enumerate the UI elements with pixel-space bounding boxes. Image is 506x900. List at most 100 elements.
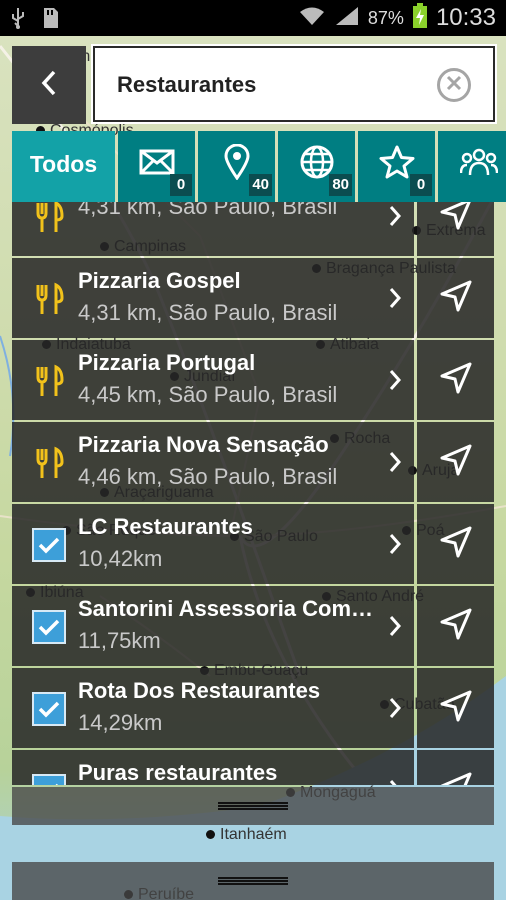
fork-knife-icon xyxy=(32,282,66,316)
chevron-right-icon xyxy=(388,286,402,315)
filter-tabs: Todos 0 40 80 0 xyxy=(12,131,506,202)
fork-knife-icon xyxy=(32,364,66,398)
list-resize-handle[interactable] xyxy=(12,787,494,825)
navigation-arrow-icon xyxy=(439,361,473,400)
check-icon xyxy=(32,610,66,644)
bottom-panel-handle[interactable] xyxy=(12,862,494,900)
navigation-arrow-icon xyxy=(439,689,473,728)
result-title: Pizzaria Gospel xyxy=(78,268,241,293)
chevron-right-icon xyxy=(388,532,402,561)
checkbox[interactable] xyxy=(32,610,66,644)
grip-icon xyxy=(218,877,288,885)
fork-knife-icon xyxy=(32,202,66,234)
list-item[interactable]: Puras restaurantes xyxy=(12,750,494,785)
result-distance: 11,75km xyxy=(78,628,161,653)
fork-knife-icon xyxy=(32,446,66,480)
checkbox[interactable] xyxy=(32,692,66,726)
chevron-left-icon xyxy=(38,68,60,103)
list-item[interactable]: Santorini Assessoria Com… 11,75km xyxy=(12,586,494,666)
list-item[interactable]: 4,31 km, São Paulo, Brasil xyxy=(12,202,494,256)
city-dot-icon xyxy=(206,830,215,840)
tab-favorites-count: 0 xyxy=(410,174,432,196)
navigate-button[interactable] xyxy=(417,202,494,256)
tab-mail-count: 0 xyxy=(170,174,192,196)
result-distance: 14,29km xyxy=(78,710,163,735)
result-distance: 4,31 km, São Paulo, Brasil xyxy=(78,202,338,219)
tab-todos-label: Todos xyxy=(29,151,98,177)
navigation-arrow-icon xyxy=(439,771,473,785)
chevron-right-icon xyxy=(388,204,402,233)
tab-todos[interactable]: Todos xyxy=(12,131,115,202)
clear-search-button[interactable] xyxy=(437,68,471,102)
navigation-arrow-icon xyxy=(439,202,473,236)
chevron-right-icon xyxy=(388,368,402,397)
navigation-arrow-icon xyxy=(439,607,473,646)
result-details-button[interactable]: Pizzaria Gospel 4,31 km, São Paulo, Bras… xyxy=(12,258,414,338)
navigate-button[interactable] xyxy=(417,340,494,420)
signal-icon xyxy=(334,5,360,32)
battery-charging-icon xyxy=(412,2,428,34)
result-distance: 4,45 km, São Paulo, Brasil xyxy=(78,382,338,407)
grip-icon xyxy=(218,802,288,810)
result-distance: 4,46 km, São Paulo, Brasil xyxy=(78,464,338,489)
list-item[interactable]: Pizzaria Portugal 4,45 km, São Paulo, Br… xyxy=(12,340,494,420)
wifi-icon xyxy=(298,5,326,32)
navigate-button[interactable] xyxy=(417,586,494,666)
results-list[interactable]: 4,31 km, São Paulo, Brasil Pizzaria Gosp… xyxy=(12,202,494,785)
result-details-button[interactable]: Puras restaurantes xyxy=(12,750,414,785)
result-title: Pizzaria Portugal xyxy=(78,350,256,375)
list-item[interactable]: Rota Dos Restaurantes 14,29km xyxy=(12,668,494,748)
result-details-button[interactable]: Rota Dos Restaurantes 14,29km xyxy=(12,668,414,748)
search-field[interactable]: Restaurantes xyxy=(93,46,495,122)
battery-percent: 87% xyxy=(367,7,404,28)
people-icon xyxy=(459,147,499,182)
result-details-button[interactable]: Pizzaria Nova Sensação 4,46 km, São Paul… xyxy=(12,422,414,502)
usb-icon xyxy=(10,6,26,35)
chevron-right-icon xyxy=(388,614,402,643)
search-input[interactable]: Restaurantes xyxy=(117,72,256,98)
navigate-button[interactable] xyxy=(417,504,494,584)
result-title: Santorini Assessoria Com… xyxy=(78,596,374,621)
checkbox[interactable] xyxy=(32,774,66,785)
result-distance: 10,42km xyxy=(78,546,163,571)
list-item[interactable]: LC Restaurantes 10,42km xyxy=(12,504,494,584)
tab-places-count: 40 xyxy=(249,174,272,196)
navigation-arrow-icon xyxy=(439,525,473,564)
list-item[interactable]: Pizzaria Nova Sensação 4,46 km, São Paul… xyxy=(12,422,494,502)
result-title: Rota Dos Restaurantes xyxy=(78,678,321,703)
location-pin-icon xyxy=(223,143,250,185)
result-details-button[interactable]: Santorini Assessoria Com… 11,75km xyxy=(12,586,414,666)
tab-mail[interactable]: 0 xyxy=(118,131,195,202)
check-icon xyxy=(32,692,66,726)
navigate-button[interactable] xyxy=(417,258,494,338)
result-distance: 4,31 km, São Paulo, Brasil xyxy=(78,300,338,325)
back-button[interactable] xyxy=(12,46,86,124)
navigation-arrow-icon xyxy=(439,279,473,318)
clock: 10:33 xyxy=(435,4,496,31)
check-icon xyxy=(32,774,66,785)
tab-favorites[interactable]: 0 xyxy=(358,131,435,202)
tab-web[interactable]: 80 xyxy=(278,131,355,202)
checkbox[interactable] xyxy=(32,528,66,562)
close-icon xyxy=(446,75,462,96)
map-city-label: Itanhaém xyxy=(206,826,287,844)
check-icon xyxy=(32,528,66,562)
result-details-button[interactable]: LC Restaurantes 10,42km xyxy=(12,504,414,584)
result-title: LC Restaurantes xyxy=(78,514,253,539)
tab-web-count: 80 xyxy=(329,174,352,196)
sd-card-icon xyxy=(40,6,60,35)
result-details-button[interactable]: Pizzaria Portugal 4,45 km, São Paulo, Br… xyxy=(12,340,414,420)
result-details-button[interactable]: 4,31 km, São Paulo, Brasil xyxy=(12,202,414,256)
chevron-right-icon xyxy=(388,778,402,785)
navigation-arrow-icon xyxy=(439,443,473,482)
tab-places[interactable]: 40 xyxy=(198,131,275,202)
result-title: Puras restaurantes xyxy=(78,760,278,785)
chevron-right-icon xyxy=(388,450,402,479)
list-item[interactable]: Pizzaria Gospel 4,31 km, São Paulo, Bras… xyxy=(12,258,494,338)
tab-people[interactable] xyxy=(438,131,506,202)
navigate-button[interactable] xyxy=(417,668,494,748)
navigate-button[interactable] xyxy=(417,422,494,502)
result-title: Pizzaria Nova Sensação xyxy=(78,432,329,457)
navigate-button[interactable] xyxy=(417,750,494,785)
status-bar: 87% 10:33 xyxy=(0,0,506,36)
